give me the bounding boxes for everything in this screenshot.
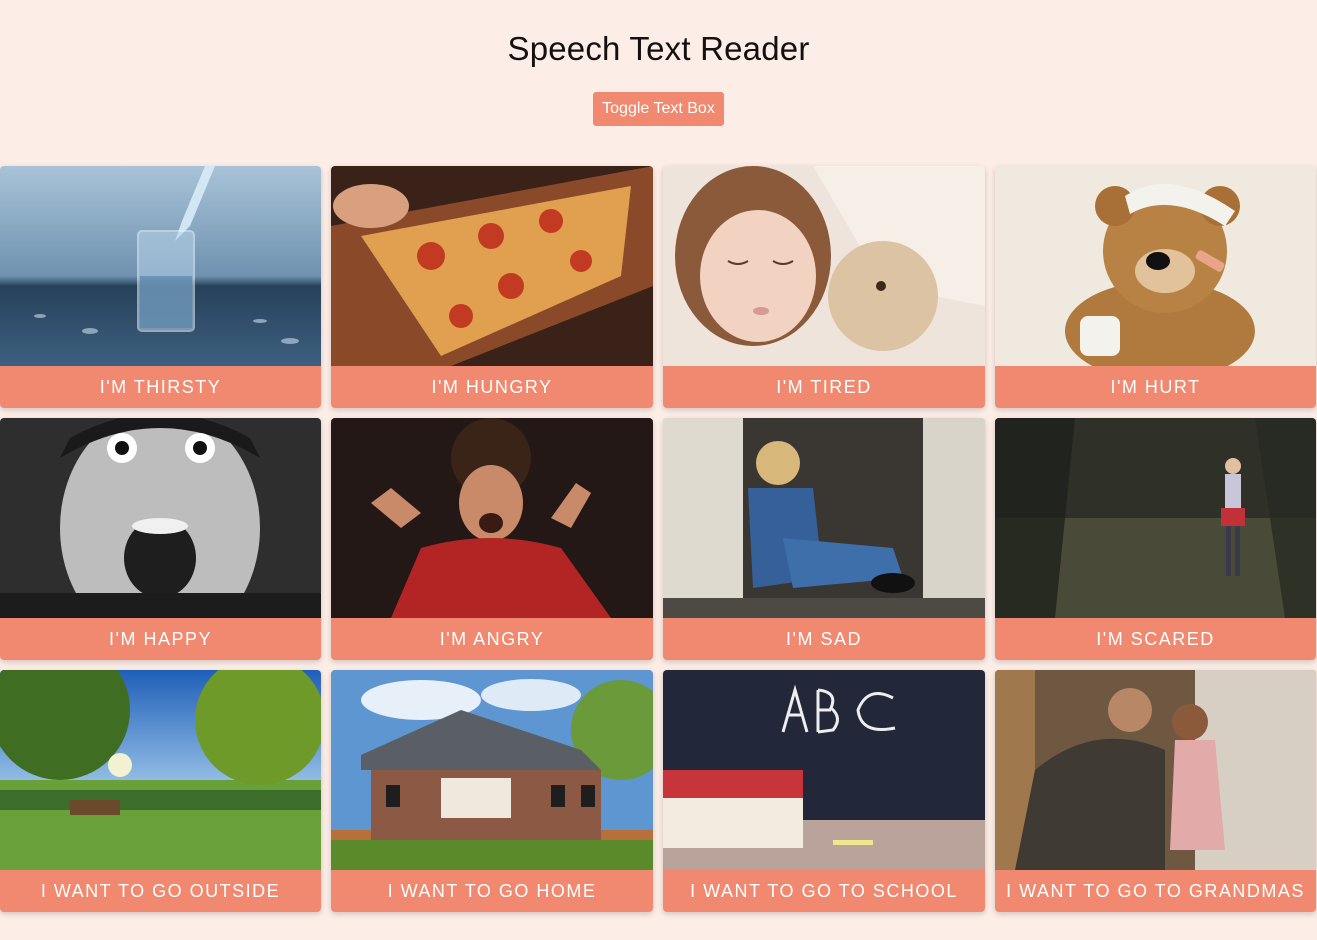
card-label: I Want To Go Home [331,870,653,912]
card-label: I'm Hungry [331,366,653,408]
card-label: I Want To Go Outside [0,870,321,912]
card-grandmas[interactable]: I Want To Go To Grandmas [995,670,1316,912]
card-label: I'm Angry [331,618,653,660]
card-label: I'm Happy [0,618,321,660]
chalkboard-books-icon [663,670,985,870]
page-title: Speech Text Reader [507,30,810,67]
pizza-slice-icon [331,166,653,366]
park-landscape-icon [0,670,321,870]
card-thirsty[interactable]: I'm Thirsty [0,166,321,408]
house-icon [331,670,653,870]
card-hungry[interactable]: I'm Hungry [331,166,653,408]
sleeping-child-icon [663,166,985,366]
card-label: I'm Scared [995,618,1316,660]
card-label: I Want To Go To School [663,870,985,912]
angry-child-icon [331,418,653,618]
grandmother-child-icon [995,670,1316,870]
card-home[interactable]: I Want To Go Home [331,670,653,912]
toggle-text-box-button[interactable]: Toggle Text Box [593,92,724,126]
card-label: I'm Sad [663,618,985,660]
sad-child-doorway-icon [663,418,985,618]
card-scared[interactable]: I'm Scared [995,418,1316,660]
card-angry[interactable]: I'm Angry [331,418,653,660]
glass-of-water-icon [0,166,321,366]
card-label: I Want To Go To Grandmas [995,870,1316,912]
child-in-forest-icon [995,418,1316,618]
card-outside[interactable]: I Want To Go Outside [0,670,321,912]
card-label: I'm Tired [663,366,985,408]
card-hurt[interactable]: I'm Hurt [995,166,1316,408]
bandaged-teddy-bear-icon [995,166,1316,366]
card-label: I'm Hurt [995,366,1316,408]
card-tired[interactable]: I'm Tired [663,166,985,408]
card-school[interactable]: I Want To Go To School [663,670,985,912]
card-sad[interactable]: I'm Sad [663,418,985,660]
card-happy[interactable]: I'm Happy [0,418,321,660]
phrase-grid: I'm Thirsty I'm Hungry [0,166,1317,912]
card-label: I'm Thirsty [0,366,321,408]
excited-boy-icon [0,418,321,618]
